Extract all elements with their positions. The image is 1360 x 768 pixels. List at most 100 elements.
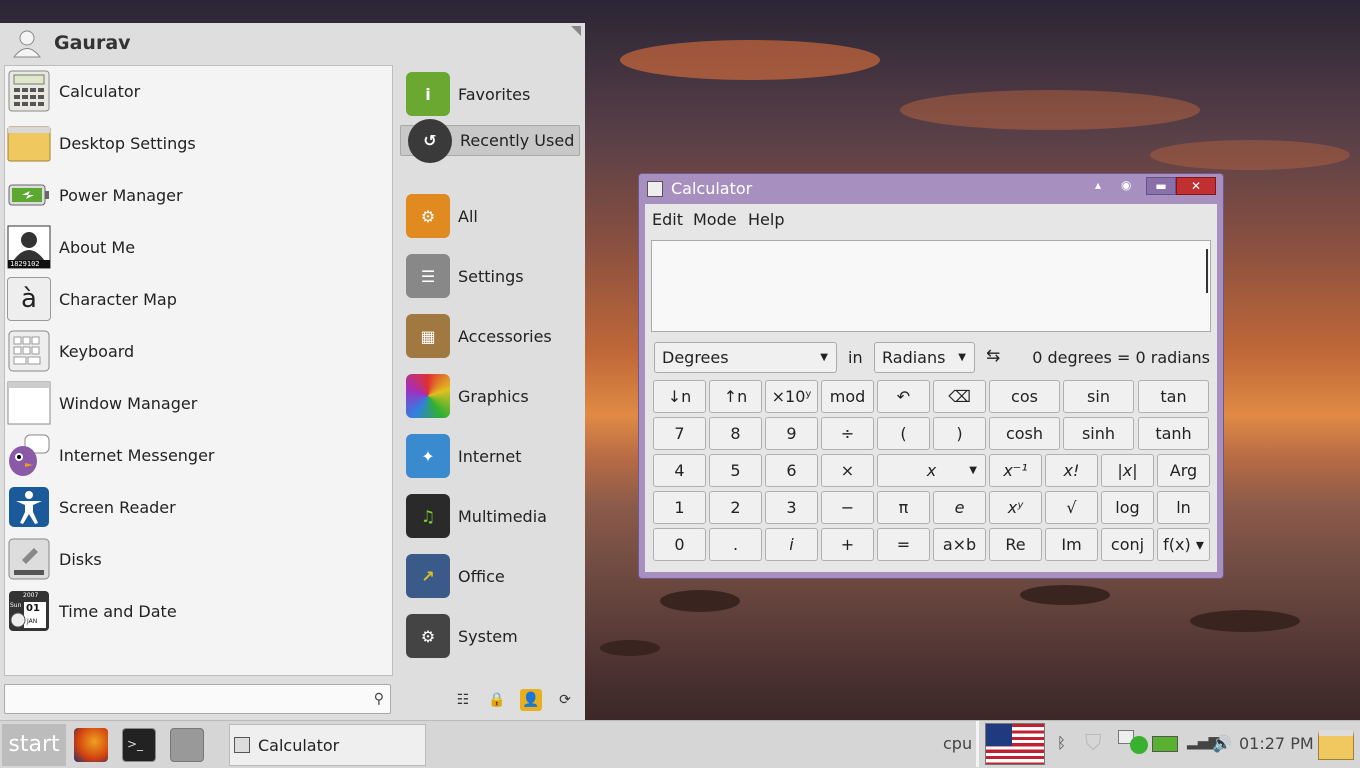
backspace-button[interactable]: ⌫ <box>933 380 986 413</box>
key-5-button[interactable]: 5 <box>709 454 762 487</box>
key-log-button[interactable]: log <box>1101 491 1154 524</box>
key-arg-button[interactable]: Arg <box>1157 454 1210 487</box>
decrement-n-button[interactable]: ↓n <box>653 380 706 413</box>
sticky-icon[interactable]: ◉ <box>1121 177 1131 195</box>
battery-icon[interactable] <box>1152 736 1178 752</box>
key-2-button[interactable]: 2 <box>709 491 762 524</box>
key-sinh-button[interactable]: sinh <box>1063 417 1134 450</box>
calendar-day: 01 <box>26 603 40 614</box>
category-all[interactable]: ⚙ All <box>400 187 580 245</box>
category-multimedia[interactable]: ♫ Multimedia <box>400 487 580 545</box>
close-button[interactable]: ✕ <box>1176 177 1216 195</box>
swap-units-icon[interactable]: ⇆ <box>986 346 1000 366</box>
calculator-display[interactable] <box>651 240 1211 332</box>
key-ln-button[interactable]: ln <box>1157 491 1210 524</box>
app-item-keyboard[interactable]: Keyboard <box>7 326 387 376</box>
close-paren-button[interactable]: ) <box>933 417 986 450</box>
category-accessories[interactable]: ▦ Accessories <box>400 307 580 365</box>
app-item-screen-reader[interactable]: Screen Reader <box>7 482 387 532</box>
shield-icon[interactable]: ⛉ <box>1085 731 1102 756</box>
key-cos-button[interactable]: cos <box>989 380 1060 413</box>
file-manager-icon[interactable] <box>170 728 204 762</box>
variable-x-button[interactable]: x ▼ <box>877 454 986 487</box>
minimize-button[interactable]: ▬ <box>1146 177 1176 195</box>
multiply-button[interactable]: × <box>821 454 874 487</box>
key-tan-button[interactable]: tan <box>1138 380 1209 413</box>
logout-icon[interactable]: ⟳ <box>554 689 576 711</box>
key-cosh-button[interactable]: cosh <box>989 417 1060 450</box>
key-im-button[interactable]: Im <box>1045 528 1098 561</box>
key-sin-button[interactable]: sin <box>1063 380 1134 413</box>
window-titlebar[interactable]: Calculator ▴ ◉ ▬ ✕ <box>639 174 1223 204</box>
unit-from-select[interactable]: Degrees ▼ <box>654 342 837 373</box>
sqrt-button[interactable]: √ <box>1045 491 1098 524</box>
key-conj-button[interactable]: conj <box>1101 528 1154 561</box>
undo-button[interactable]: ↶ <box>877 380 930 413</box>
lock-icon[interactable]: 🔒 <box>486 689 508 711</box>
key-6-button[interactable]: 6 <box>765 454 818 487</box>
key-7-button[interactable]: 7 <box>653 417 706 450</box>
app-item-internet-messenger[interactable]: Internet Messenger <box>7 430 387 480</box>
category-office[interactable]: ↗ Office <box>400 547 580 605</box>
equals-button[interactable]: = <box>877 528 930 561</box>
shade-icon[interactable]: ▴ <box>1095 177 1101 195</box>
menu-resize-corner[interactable] <box>571 26 581 36</box>
category-graphics[interactable]: Graphics <box>400 367 580 425</box>
key-4-button[interactable]: 4 <box>653 454 706 487</box>
start-button[interactable]: start <box>2 724 66 766</box>
clock[interactable]: 01:27 PM <box>1239 734 1314 753</box>
unit-to-select[interactable]: Radians ▼ <box>874 342 975 373</box>
show-desktop-icon[interactable] <box>1318 730 1354 760</box>
switch-user-icon[interactable]: 👤 <box>520 689 542 711</box>
open-paren-button[interactable]: ( <box>877 417 930 450</box>
menu-edit[interactable]: Edit <box>652 210 683 229</box>
app-item-power-manager[interactable]: Power Manager <box>7 170 387 220</box>
task-calculator[interactable]: Calculator <box>229 724 426 766</box>
key-i-button[interactable]: i <box>765 528 818 561</box>
app-item-desktop-settings[interactable]: Desktop Settings <box>7 118 387 168</box>
power-button[interactable]: xʸ <box>989 491 1042 524</box>
app-item-disks[interactable]: Disks <box>7 534 387 584</box>
category-system[interactable]: ⚙ System <box>400 607 580 665</box>
terminal-icon[interactable]: >_ <box>122 728 156 762</box>
key-re-button[interactable]: Re <box>989 528 1042 561</box>
exponent-button[interactable]: ×10ʸ <box>765 380 818 413</box>
mod-button[interactable]: mod <box>821 380 874 413</box>
key-9-button[interactable]: 9 <box>765 417 818 450</box>
category-favorites[interactable]: i Favorites <box>400 65 580 123</box>
app-item-calculator[interactable]: Calculator <box>7 66 387 116</box>
pi-button[interactable]: π <box>877 491 930 524</box>
add-button[interactable]: + <box>821 528 874 561</box>
abs-button[interactable]: |x| <box>1101 454 1154 487</box>
key-0-button[interactable]: 0 <box>653 528 706 561</box>
search-input[interactable]: ⚲ <box>4 684 391 714</box>
settings-manager-icon[interactable]: ☷ <box>452 689 474 711</box>
product-button[interactable]: a×b <box>933 528 986 561</box>
app-item-character-map[interactable]: à Character Map <box>7 274 387 324</box>
volume-icon[interactable]: 🔊 <box>1212 734 1232 753</box>
subtract-button[interactable]: − <box>821 491 874 524</box>
factorial-button[interactable]: x! <box>1045 454 1098 487</box>
us-flag-icon[interactable] <box>985 723 1045 765</box>
divide-button[interactable]: ÷ <box>821 417 874 450</box>
bluetooth-icon[interactable]: ᛒ <box>1057 734 1066 752</box>
notification-icon[interactable] <box>1118 729 1148 754</box>
key-8-button[interactable]: 8 <box>709 417 762 450</box>
firefox-icon[interactable] <box>74 728 108 762</box>
function-button[interactable]: f(x) ▾ <box>1157 528 1210 561</box>
category-settings[interactable]: ☰ Settings <box>400 247 580 305</box>
key-3-button[interactable]: 3 <box>765 491 818 524</box>
decimal-button[interactable]: . <box>709 528 762 561</box>
key-1-button[interactable]: 1 <box>653 491 706 524</box>
menu-mode[interactable]: Mode <box>693 210 737 229</box>
key-tanh-button[interactable]: tanh <box>1138 417 1209 450</box>
category-internet[interactable]: ✦ Internet <box>400 427 580 485</box>
app-item-about-me[interactable]: 1829102 About Me <box>7 222 387 272</box>
category-recently-used[interactable]: ↺ Recently Used <box>400 118 580 163</box>
menu-help[interactable]: Help <box>748 210 784 229</box>
inverse-button[interactable]: x⁻¹ <box>989 454 1042 487</box>
app-item-time-and-date[interactable]: 2007 Sun 01 JAN Time and Date <box>7 586 387 636</box>
app-item-window-manager[interactable]: Window Manager <box>7 378 387 428</box>
increment-n-button[interactable]: ↑n <box>709 380 762 413</box>
key-e-button[interactable]: e <box>933 491 986 524</box>
